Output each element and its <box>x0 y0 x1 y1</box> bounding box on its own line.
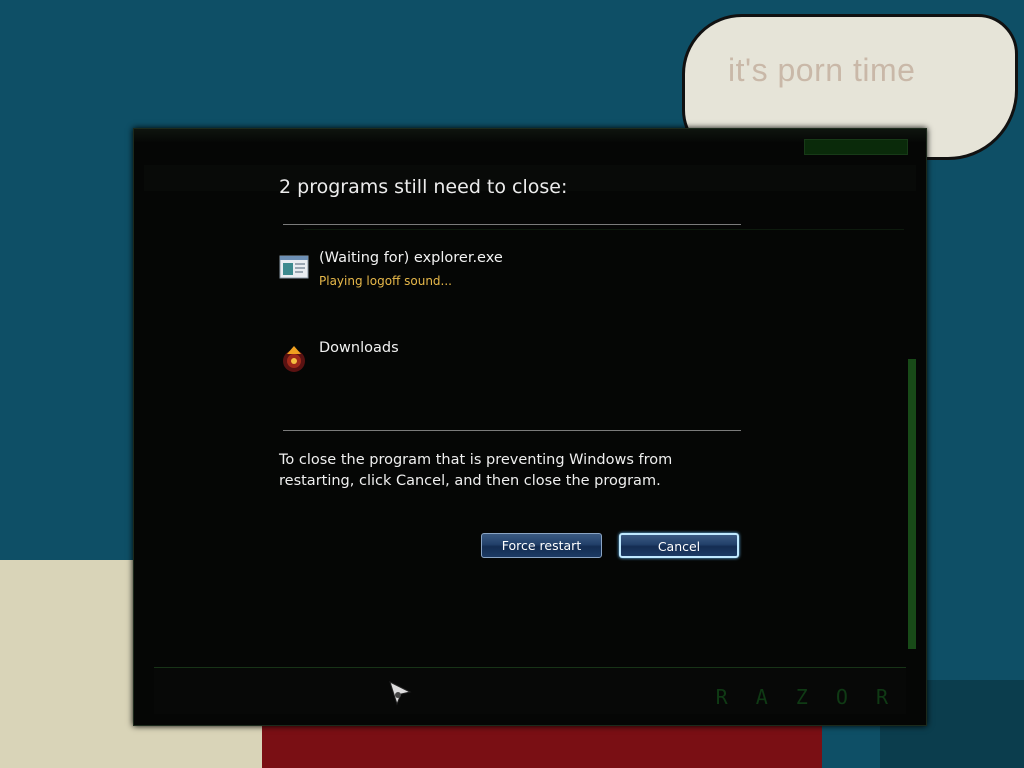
brand-logo: R A Z O R <box>715 685 896 709</box>
divider <box>283 430 741 431</box>
mouse-cursor-icon <box>388 680 414 706</box>
programs-need-to-close-dialog: 2 programs still need to close: (Waiting… <box>258 160 778 590</box>
dialog-heading: 2 programs still need to close: <box>279 176 568 198</box>
program-name: Downloads <box>319 340 399 356</box>
force-restart-button[interactable]: Force restart <box>481 533 602 558</box>
instruction-text: To close the program that is preventing … <box>279 452 673 489</box>
bubble-text: it's porn time <box>728 52 916 88</box>
program-item[interactable]: Downloads <box>279 340 759 386</box>
divider <box>283 224 741 225</box>
scrollbar <box>908 359 916 649</box>
explorer-window-icon <box>279 254 309 280</box>
program-status: Playing logoff sound... <box>319 274 452 288</box>
window-control-strip <box>804 139 908 155</box>
program-name: (Waiting for) explorer.exe <box>319 250 503 266</box>
cancel-button[interactable]: Cancel <box>619 533 739 558</box>
downloads-app-icon <box>279 344 309 372</box>
program-item[interactable]: (Waiting for) explorer.exe Playing logof… <box>279 250 759 296</box>
